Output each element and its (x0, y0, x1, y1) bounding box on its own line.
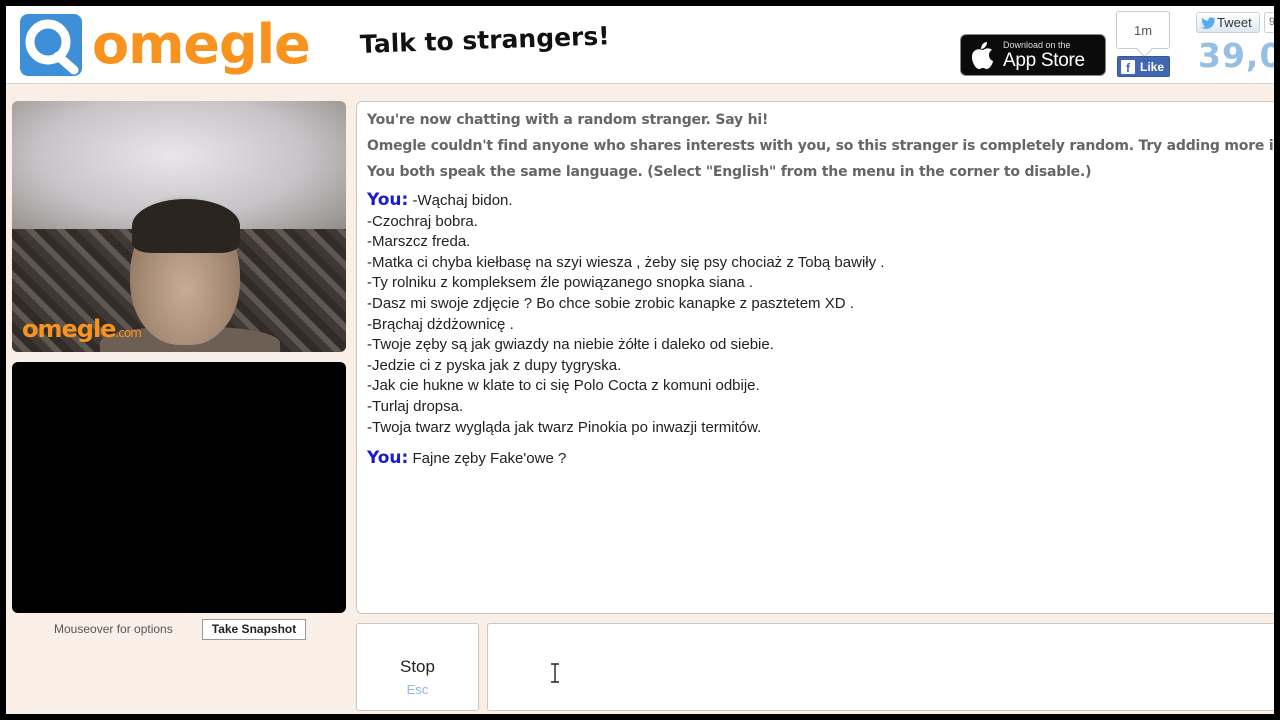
message-line: -Brąchaj dżdżownicę . (367, 315, 514, 333)
stranger-video[interactable]: omegle.com (12, 101, 346, 352)
stop-label: Stop (400, 657, 435, 676)
chat-log[interactable]: You're now chatting with a random strang… (356, 101, 1274, 614)
facebook-like-label: Like (1140, 60, 1165, 74)
online-users-count: 39,0 (1198, 36, 1274, 75)
app-store-button[interactable]: Download on the App Store (960, 34, 1106, 76)
message-input[interactable] (487, 623, 1274, 711)
message-line: -Wąchaj bidon. (412, 192, 513, 209)
omegle-logo-icon[interactable] (18, 12, 84, 78)
tweet-label: Tweet (1217, 15, 1252, 30)
facebook-like-count: 1m (1116, 11, 1170, 49)
chat-message: You: Fajne zęby Fake'owe ? (367, 448, 566, 470)
message-line: -Marszcz freda. (367, 233, 471, 251)
tagline: Talk to strangers! (359, 21, 611, 59)
mouseover-hint: Mouseover for options (54, 622, 173, 636)
stop-shortcut: Esc (406, 682, 429, 697)
message-line: Fajne zęby Fake'owe ? (412, 450, 567, 467)
omegle-logo-text[interactable]: omegle (92, 12, 311, 78)
app-store-big-text: App Store (1003, 50, 1085, 71)
header: omegle Talk to strangers! Download on th… (6, 6, 1274, 84)
system-message: You're now chatting with a random strang… (367, 112, 769, 128)
message-line: -Jedzie ci z pyska jak z dupy tygryska. (367, 356, 622, 374)
message-line: -Ty rolniku z kompleksem źle powiązanego… (367, 274, 754, 292)
video-watermark: omegle.com (22, 315, 142, 343)
you-label: You: (367, 190, 409, 210)
take-snapshot-button[interactable]: Take Snapshot (202, 619, 306, 640)
apple-icon (972, 42, 993, 69)
twitter-bird-icon (1201, 17, 1215, 29)
tweet-count: 9 (1264, 12, 1274, 33)
facebook-icon: f (1121, 60, 1135, 75)
text-cursor-icon (551, 663, 559, 683)
system-message: Omegle couldn't find anyone who shares i… (367, 138, 1274, 154)
system-message: You both speak the same language. (Selec… (367, 164, 1092, 180)
message-line: -Twoje zęby są jak gwiazdy na niebie żół… (367, 336, 774, 354)
message-line: -Dasz mi swoje zdjęcie ? Bo chce sobie z… (367, 294, 854, 312)
chat-message: You: -Wąchaj bidon. -Czochraj bobra. -Ma… (367, 190, 884, 438)
message-line: -Matka ci chyba kiełbasę na szyi wiesza … (367, 253, 885, 271)
app-store-small-text: Download on the (1003, 40, 1071, 50)
stop-button[interactable]: Stop Esc (356, 623, 479, 711)
tweet-button[interactable]: Tweet (1196, 12, 1260, 33)
self-video[interactable] (12, 362, 346, 613)
message-line: -Jak cie hukne w klate to ci się Polo Co… (367, 377, 760, 395)
omegle-window: omegle Talk to strangers! Download on th… (6, 6, 1274, 714)
message-line: -Czochraj bobra. (367, 212, 478, 230)
you-label: You: (367, 448, 409, 468)
message-line: -Turlaj dropsa. (367, 397, 464, 415)
facebook-like-button[interactable]: f Like (1117, 56, 1170, 77)
message-line: -Twoja twarz wygląda jak twarz Pinokia p… (367, 418, 762, 436)
